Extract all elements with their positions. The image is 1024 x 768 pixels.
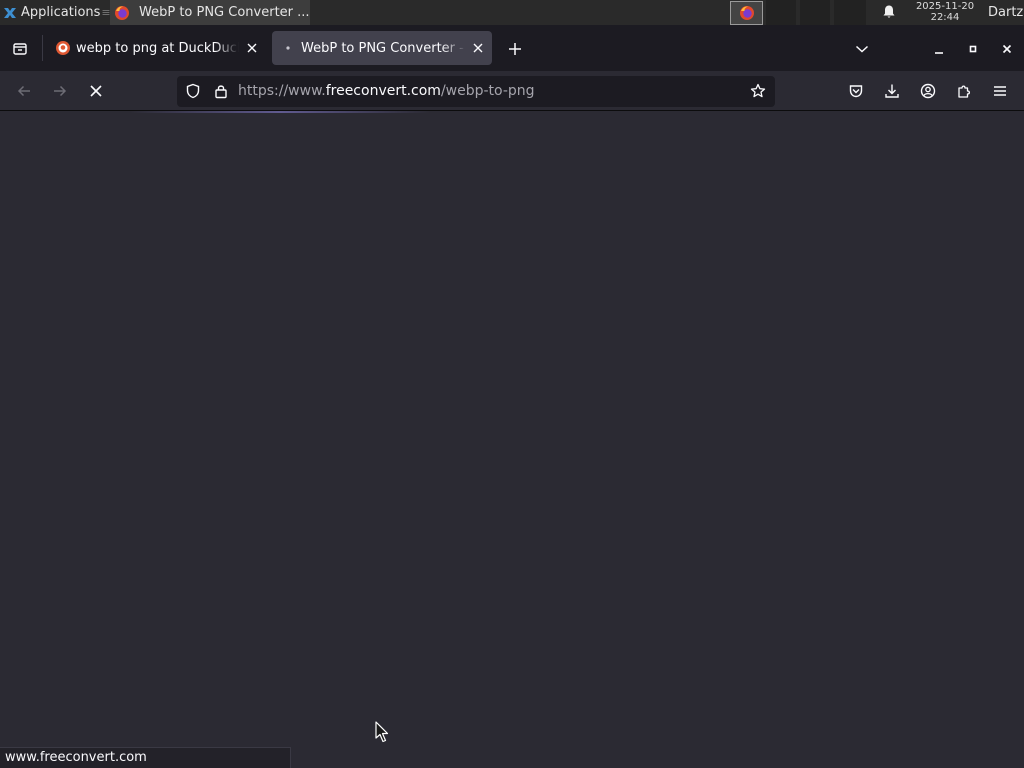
firefox-icon xyxy=(739,6,754,20)
lock-icon[interactable] xyxy=(213,83,229,99)
hamburger-menu-icon xyxy=(994,86,1006,96)
minimize-button[interactable] xyxy=(930,41,948,59)
url-path: /webp-to-png xyxy=(440,83,535,99)
loading-dot-icon xyxy=(286,46,290,50)
forward-arrow-icon xyxy=(54,85,67,97)
taskbar-window-title: WebP to PNG Converter ... xyxy=(139,5,310,20)
tab-title: WebP to PNG Converter - FreeConvert xyxy=(301,40,466,56)
user-menu[interactable]: Dartz xyxy=(988,0,1023,25)
clock-date: 2025-11-20 xyxy=(915,1,975,12)
tracking-protection-shield-icon[interactable] xyxy=(185,83,201,99)
status-bar: www.freeconvert.com xyxy=(0,747,291,768)
new-tab-button[interactable] xyxy=(503,37,527,61)
app-menu-button[interactable] xyxy=(988,79,1012,103)
tab-duckduckgo[interactable]: webp to png at DuckDuckGo xyxy=(48,31,266,65)
duckduckgo-icon xyxy=(56,41,70,55)
workspace-3[interactable] xyxy=(834,0,866,25)
tab-close-button[interactable] xyxy=(244,40,260,56)
back-button[interactable] xyxy=(12,79,36,103)
downloads-button[interactable] xyxy=(880,79,904,103)
notification-bell-icon[interactable] xyxy=(881,4,897,20)
stop-loading-button[interactable] xyxy=(84,79,108,103)
tray-firefox-launcher[interactable] xyxy=(730,1,763,25)
clock-time: 22:44 xyxy=(930,12,960,23)
page-loading-indicator xyxy=(130,111,430,113)
pocket-icon xyxy=(849,85,863,98)
applications-menu-button[interactable]: Applications ≡ xyxy=(0,0,111,25)
puzzle-piece-icon xyxy=(958,85,971,98)
tab-close-button[interactable] xyxy=(470,40,486,56)
back-arrow-icon xyxy=(17,85,30,97)
close-icon xyxy=(247,43,257,53)
url-prefix: https://www. xyxy=(238,83,326,99)
account-icon xyxy=(920,83,936,99)
tab-divider xyxy=(42,35,43,61)
workspace-2[interactable] xyxy=(800,0,830,25)
tab-strip: webp to png at DuckDuckGo WebP to PNG Co… xyxy=(0,25,1024,71)
url-bar[interactable]: https://www.freeconvert.com/webp-to-png xyxy=(177,76,775,107)
account-button[interactable] xyxy=(916,79,940,103)
mouse-pointer-icon xyxy=(375,721,389,743)
download-icon xyxy=(885,84,899,98)
close-icon xyxy=(1002,44,1012,54)
chevron-down-icon xyxy=(855,45,869,53)
minimize-icon xyxy=(935,52,943,54)
desktop-panel: Applications ≡ WebP to PNG Converter ...… xyxy=(0,0,1024,25)
extensions-button[interactable] xyxy=(952,79,976,103)
list-all-tabs-button[interactable] xyxy=(851,39,873,59)
taskbar-window-button[interactable]: WebP to PNG Converter ... xyxy=(110,0,310,25)
firefox-icon xyxy=(115,5,129,20)
xfce-logo-icon xyxy=(4,7,16,18)
url-text[interactable]: https://www.freeconvert.com/webp-to-png xyxy=(238,76,535,107)
tab-freeconvert[interactable]: WebP to PNG Converter - FreeConvert xyxy=(272,31,492,65)
close-window-button[interactable] xyxy=(998,40,1016,58)
stop-icon xyxy=(90,85,102,97)
close-icon xyxy=(473,43,483,53)
applications-label: Applications xyxy=(21,5,101,20)
workspace-1[interactable] xyxy=(766,0,796,25)
page-content-area[interactable] xyxy=(0,111,1024,768)
maximize-button[interactable] xyxy=(964,40,982,58)
tab-title: webp to png at DuckDuckGo xyxy=(76,40,239,56)
plus-icon xyxy=(509,43,521,55)
navigation-toolbar: https://www.freeconvert.com/webp-to-png xyxy=(0,71,1024,111)
url-host: freeconvert.com xyxy=(325,83,441,99)
maximize-icon xyxy=(969,45,977,53)
pocket-button[interactable] xyxy=(844,79,868,103)
firefox-view-button[interactable] xyxy=(9,38,31,60)
panel-clock[interactable]: 2025-11-20 22:44 xyxy=(905,1,985,23)
forward-button[interactable] xyxy=(48,79,72,103)
firefox-view-icon xyxy=(13,43,27,55)
bookmark-star-icon[interactable] xyxy=(750,83,766,99)
